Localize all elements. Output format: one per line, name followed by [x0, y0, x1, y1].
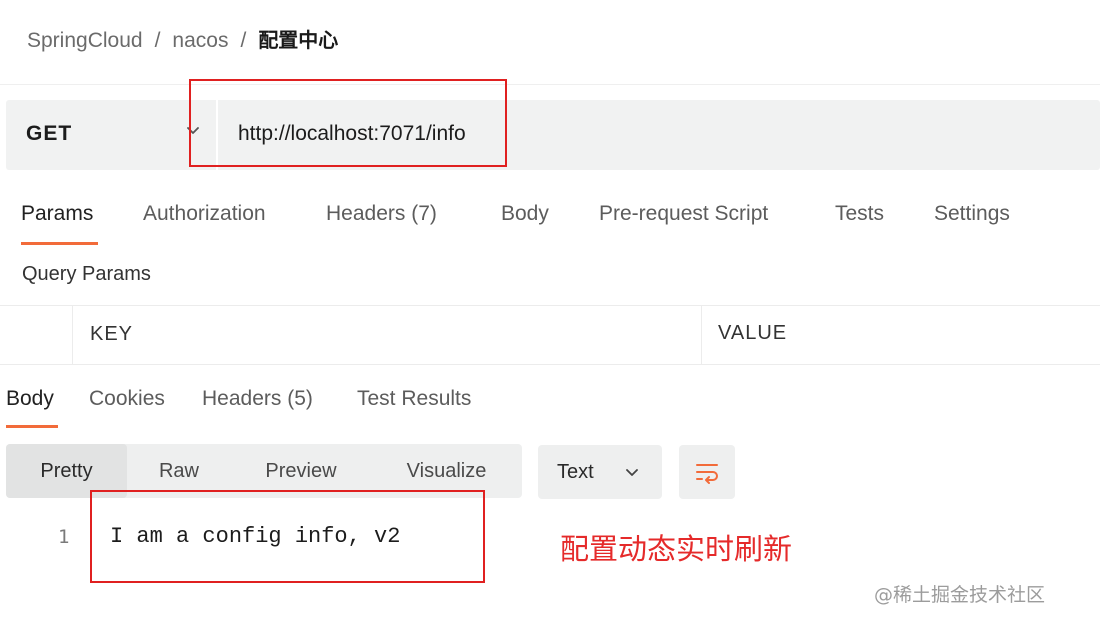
tab-settings[interactable]: Settings: [934, 202, 1010, 226]
tab-body[interactable]: Body: [501, 202, 549, 226]
response-tabs: Body Cookies Headers (5) Test Results: [0, 385, 1100, 429]
breadcrumb-separator: /: [240, 29, 247, 52]
active-tab-indicator: [21, 242, 98, 245]
line-number: 1: [58, 526, 70, 548]
format-select[interactable]: Text: [538, 445, 662, 499]
query-params-title: Query Params: [22, 263, 151, 285]
tab-authorization[interactable]: Authorization: [143, 202, 266, 226]
params-key-column: KEY: [72, 306, 702, 364]
url-highlight-box: [189, 79, 507, 167]
params-table-header: KEY: [0, 305, 1100, 365]
chevron-down-icon: [626, 469, 638, 476]
response-highlight-box: [90, 490, 485, 583]
request-url-bar: GET http://localhost:7071/info: [6, 100, 1100, 170]
breadcrumb-separator: /: [154, 29, 161, 52]
active-response-tab-indicator: [6, 425, 58, 428]
request-tabs: Params Authorization Headers (7) Body Pr…: [0, 200, 1100, 248]
tab-params[interactable]: Params: [21, 202, 93, 226]
format-label: Text: [557, 461, 594, 483]
tab-headers[interactable]: Headers (7): [326, 202, 437, 226]
breadcrumb: SpringCloud / nacos / 配置中心: [27, 24, 338, 53]
wrap-lines-button[interactable]: [679, 445, 735, 499]
annotation-text: 配置动态实时刷新: [560, 532, 793, 566]
column-key-label: KEY: [90, 323, 134, 345]
params-table-gutter: [0, 306, 72, 364]
header-divider: [0, 84, 1100, 85]
tab-tests[interactable]: Tests: [835, 202, 884, 226]
breadcrumb-current: 配置中心: [258, 28, 339, 52]
tab-pre-request-script[interactable]: Pre-request Script: [599, 202, 768, 226]
response-tab-body[interactable]: Body: [6, 387, 54, 411]
response-tab-cookies[interactable]: Cookies: [89, 387, 165, 411]
response-tab-test-results[interactable]: Test Results: [357, 387, 471, 411]
watermark: @稀土掘金技术社区: [874, 584, 1046, 606]
breadcrumb-item-springcloud[interactable]: SpringCloud: [27, 29, 143, 52]
column-value-label: VALUE: [718, 322, 788, 344]
breadcrumb-item-nacos[interactable]: nacos: [172, 29, 228, 52]
method-select[interactable]: GET: [26, 122, 72, 146]
wrap-lines-icon: [696, 464, 718, 484]
response-tab-headers[interactable]: Headers (5): [202, 387, 313, 411]
